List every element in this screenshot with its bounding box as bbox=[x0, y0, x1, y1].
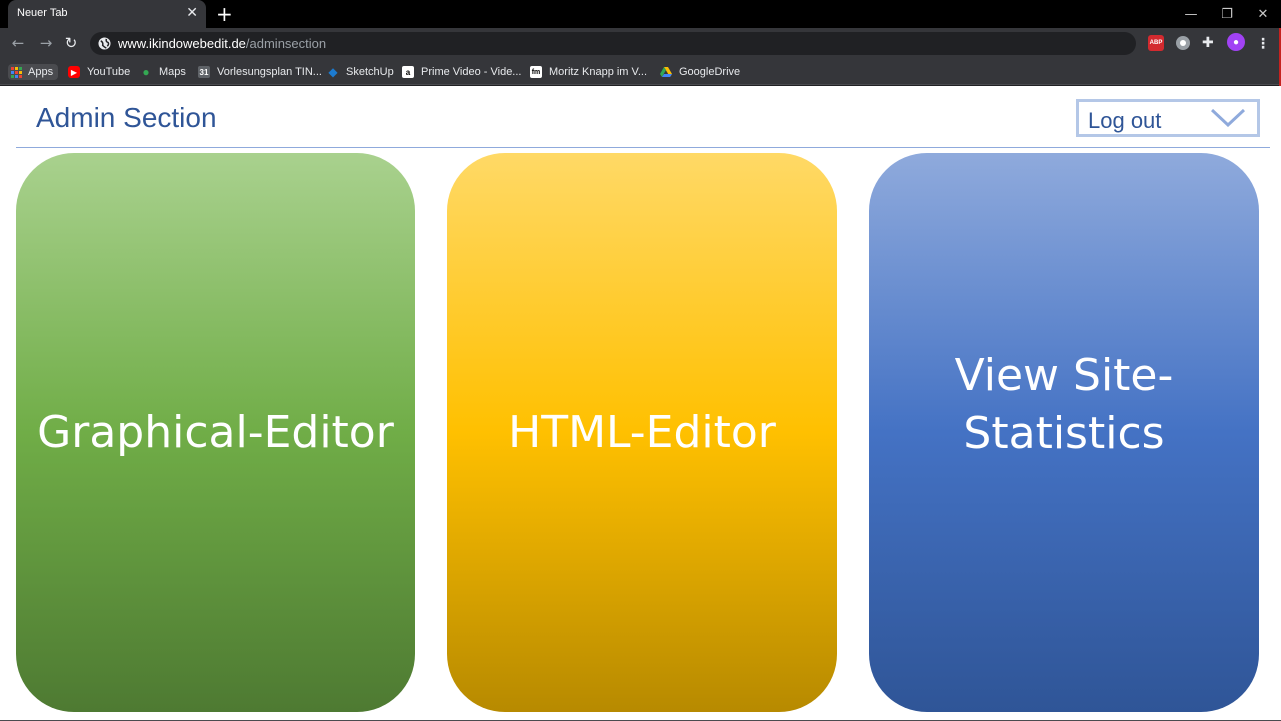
restore-button[interactable]: ❐ bbox=[1209, 0, 1245, 28]
calendar-icon: 31 bbox=[198, 66, 210, 78]
forward-arrow-icon[interactable]: → bbox=[37, 34, 55, 52]
header-divider bbox=[16, 147, 1270, 148]
close-window-button[interactable]: ✕ bbox=[1245, 0, 1281, 28]
sketchup-icon: ◆ bbox=[328, 65, 338, 79]
tab-close-icon[interactable]: ✕ bbox=[186, 4, 198, 21]
site-statistics-label: View Site- Statistics bbox=[954, 349, 1174, 459]
admin-page: Admin Section Log out Graphical-Editor H… bbox=[0, 86, 1281, 721]
extensions-puzzle-icon[interactable]: ✚ bbox=[1202, 35, 1214, 51]
logout-label: Log out bbox=[1088, 108, 1162, 133]
html-editor-label: HTML-Editor bbox=[508, 406, 776, 458]
bookmark-youtube[interactable]: ▶ YouTube bbox=[68, 64, 130, 80]
apps-grid-icon bbox=[11, 66, 22, 78]
new-tab-button[interactable]: + bbox=[216, 2, 233, 26]
bookmark-googledrive[interactable]: GoogleDrive bbox=[660, 64, 740, 80]
maps-pin-icon: ● bbox=[142, 65, 150, 79]
back-arrow-icon[interactable]: ← bbox=[9, 34, 27, 52]
adblock-extension-icon[interactable]: ABP bbox=[1148, 35, 1164, 51]
globe-icon bbox=[98, 37, 111, 50]
graphical-editor-card[interactable]: Graphical-Editor bbox=[16, 153, 415, 712]
url-host: www.ikindowebedit.de bbox=[118, 36, 246, 51]
amazon-icon: a bbox=[402, 66, 414, 78]
site-statistics-card[interactable]: View Site- Statistics bbox=[869, 153, 1259, 712]
url-path: /adminsection bbox=[245, 36, 327, 51]
bookmarks-bar: Apps ▶ YouTube ● Maps 31 Vorlesungsplan … bbox=[0, 59, 1281, 85]
bookmark-maps[interactable]: ● Maps bbox=[140, 64, 186, 80]
chevron-down-icon bbox=[1211, 109, 1245, 127]
bookmark-apps[interactable]: Apps bbox=[8, 64, 59, 80]
browser-toolbar: ← → ↻ www.ikindowebedit.de/adminsection … bbox=[0, 28, 1281, 59]
youtube-icon: ▶ bbox=[68, 66, 80, 78]
menu-kebab-icon[interactable]: ⋮ bbox=[1256, 35, 1270, 51]
bookmark-moritz-knapp[interactable]: fm Moritz Knapp im V... bbox=[530, 64, 647, 80]
html-editor-card[interactable]: HTML-Editor bbox=[447, 153, 837, 712]
minimize-button[interactable]: — bbox=[1173, 0, 1209, 28]
window-controls: — ❐ ✕ bbox=[1173, 0, 1281, 28]
fm-icon: fm bbox=[530, 66, 542, 78]
google-drive-icon bbox=[660, 67, 672, 77]
tab-strip: Neuer Tab ✕ + — ❐ ✕ bbox=[0, 0, 1281, 28]
bookmark-prime-video[interactable]: a Prime Video - Vide... bbox=[402, 64, 521, 80]
bookmark-sketchup[interactable]: ◆ SketchUp bbox=[327, 64, 393, 80]
browser-tab[interactable]: Neuer Tab ✕ bbox=[8, 0, 206, 28]
reload-icon[interactable]: ↻ bbox=[62, 34, 80, 52]
logout-dropdown[interactable]: Log out bbox=[1076, 99, 1260, 137]
tab-title: Neuer Tab bbox=[17, 7, 68, 19]
record-extension-icon[interactable] bbox=[1176, 35, 1190, 51]
bookmark-vorlesungsplan[interactable]: 31 Vorlesungsplan TIN... bbox=[198, 64, 322, 80]
address-bar[interactable]: www.ikindowebedit.de/adminsection bbox=[90, 32, 1136, 55]
graphical-editor-label: Graphical-Editor bbox=[37, 406, 394, 458]
page-title: Admin Section bbox=[36, 102, 217, 133]
profile-avatar-icon[interactable]: ● bbox=[1227, 33, 1245, 51]
